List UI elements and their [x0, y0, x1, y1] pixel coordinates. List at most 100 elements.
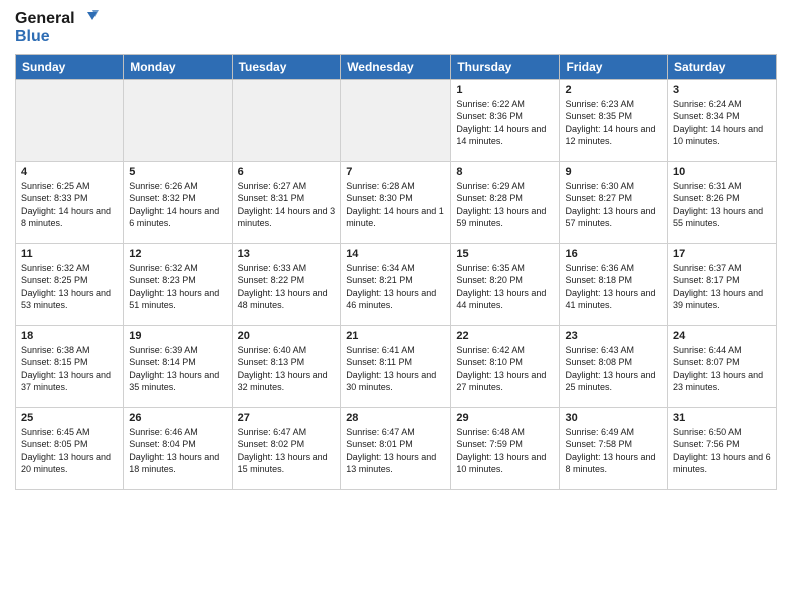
day-info: Sunrise: 6:27 AM Sunset: 8:31 PM Dayligh…: [238, 180, 336, 230]
calendar-header-row: SundayMondayTuesdayWednesdayThursdayFrid…: [16, 54, 777, 79]
day-number: 12: [129, 248, 226, 260]
day-number: 6: [238, 166, 336, 178]
logo-text: General Blue: [15, 10, 99, 46]
day-number: 20: [238, 330, 336, 342]
day-info: Sunrise: 6:30 AM Sunset: 8:27 PM Dayligh…: [565, 180, 662, 230]
day-info: Sunrise: 6:43 AM Sunset: 8:08 PM Dayligh…: [565, 344, 662, 394]
calendar-cell: 9 Sunrise: 6:30 AM Sunset: 8:27 PM Daylig…: [560, 161, 668, 243]
calendar-cell: 20 Sunrise: 6:40 AM Sunset: 8:13 PM Dayli…: [232, 325, 341, 407]
day-info: Sunrise: 6:24 AM Sunset: 8:34 PM Dayligh…: [673, 98, 771, 148]
calendar-cell: 8 Sunrise: 6:29 AM Sunset: 8:28 PM Daylig…: [451, 161, 560, 243]
calendar-cell: 30 Sunrise: 6:49 AM Sunset: 7:58 PM Dayli…: [560, 407, 668, 489]
day-info: Sunrise: 6:47 AM Sunset: 8:02 PM Dayligh…: [238, 426, 336, 476]
day-info: Sunrise: 6:36 AM Sunset: 8:18 PM Dayligh…: [565, 262, 662, 312]
day-info: Sunrise: 6:48 AM Sunset: 7:59 PM Dayligh…: [456, 426, 554, 476]
calendar-cell: 21 Sunrise: 6:41 AM Sunset: 8:11 PM Dayli…: [341, 325, 451, 407]
day-info: Sunrise: 6:35 AM Sunset: 8:20 PM Dayligh…: [456, 262, 554, 312]
calendar-week-2: 11 Sunrise: 6:32 AM Sunset: 8:25 PM Dayli…: [16, 243, 777, 325]
calendar-week-4: 25Sunrise: 6:45 AM Sunset: 8:05 PM Dayli…: [16, 407, 777, 489]
calendar-cell: 3Sunrise: 6:24 AM Sunset: 8:34 PM Daylig…: [668, 79, 777, 161]
calendar-cell: [232, 79, 341, 161]
logo: General Blue: [15, 10, 99, 46]
day-number: 18: [21, 330, 118, 342]
calendar-cell: 27 Sunrise: 6:47 AM Sunset: 8:02 PM Dayli…: [232, 407, 341, 489]
day-info: Sunrise: 6:29 AM Sunset: 8:28 PM Dayligh…: [456, 180, 554, 230]
day-number: 2: [565, 84, 662, 96]
col-header-wednesday: Wednesday: [341, 54, 451, 79]
day-info: Sunrise: 6:41 AM Sunset: 8:11 PM Dayligh…: [346, 344, 445, 394]
day-info: Sunrise: 6:49 AM Sunset: 7:58 PM Dayligh…: [565, 426, 662, 476]
day-number: 30: [565, 412, 662, 424]
day-info: Sunrise: 6:22 AM Sunset: 8:36 PM Dayligh…: [456, 98, 554, 148]
day-number: 27: [238, 412, 336, 424]
calendar-cell: [16, 79, 124, 161]
day-number: 4: [21, 166, 118, 178]
calendar-cell: 6 Sunrise: 6:27 AM Sunset: 8:31 PM Daylig…: [232, 161, 341, 243]
day-number: 14: [346, 248, 445, 260]
calendar-cell: 19 Sunrise: 6:39 AM Sunset: 8:14 PM Dayli…: [124, 325, 232, 407]
calendar-cell: 4 Sunrise: 6:25 AM Sunset: 8:33 PM Daylig…: [16, 161, 124, 243]
day-number: 23: [565, 330, 662, 342]
col-header-friday: Friday: [560, 54, 668, 79]
calendar-cell: 29Sunrise: 6:48 AM Sunset: 7:59 PM Dayli…: [451, 407, 560, 489]
calendar-cell: 7 Sunrise: 6:28 AM Sunset: 8:30 PM Daylig…: [341, 161, 451, 243]
calendar-cell: 18 Sunrise: 6:38 AM Sunset: 8:15 PM Dayli…: [16, 325, 124, 407]
col-header-thursday: Thursday: [451, 54, 560, 79]
calendar-cell: 22Sunrise: 6:42 AM Sunset: 8:10 PM Dayli…: [451, 325, 560, 407]
logo-line2: Blue: [15, 28, 99, 46]
calendar-cell: 12Sunrise: 6:32 AM Sunset: 8:23 PM Dayli…: [124, 243, 232, 325]
day-info: Sunrise: 6:23 AM Sunset: 8:35 PM Dayligh…: [565, 98, 662, 148]
calendar-cell: [124, 79, 232, 161]
col-header-monday: Monday: [124, 54, 232, 79]
day-number: 17: [673, 248, 771, 260]
day-number: 24: [673, 330, 771, 342]
calendar-table: SundayMondayTuesdayWednesdayThursdayFrid…: [15, 54, 777, 490]
day-number: 13: [238, 248, 336, 260]
calendar-cell: 26Sunrise: 6:46 AM Sunset: 8:04 PM Dayli…: [124, 407, 232, 489]
day-info: Sunrise: 6:44 AM Sunset: 8:07 PM Dayligh…: [673, 344, 771, 394]
calendar-cell: 23 Sunrise: 6:43 AM Sunset: 8:08 PM Dayli…: [560, 325, 668, 407]
day-number: 21: [346, 330, 445, 342]
calendar-cell: 16Sunrise: 6:36 AM Sunset: 8:18 PM Dayli…: [560, 243, 668, 325]
calendar-cell: 1 Sunrise: 6:22 AM Sunset: 8:36 PM Daylig…: [451, 79, 560, 161]
col-header-saturday: Saturday: [668, 54, 777, 79]
day-info: Sunrise: 6:34 AM Sunset: 8:21 PM Dayligh…: [346, 262, 445, 312]
calendar-cell: 31Sunrise: 6:50 AM Sunset: 7:56 PM Dayli…: [668, 407, 777, 489]
calendar-cell: 11 Sunrise: 6:32 AM Sunset: 8:25 PM Dayli…: [16, 243, 124, 325]
day-number: 11: [21, 248, 118, 260]
day-number: 5: [129, 166, 226, 178]
day-info: Sunrise: 6:28 AM Sunset: 8:30 PM Dayligh…: [346, 180, 445, 230]
day-number: 22: [456, 330, 554, 342]
day-info: Sunrise: 6:40 AM Sunset: 8:13 PM Dayligh…: [238, 344, 336, 394]
day-number: 15: [456, 248, 554, 260]
calendar-cell: 17 Sunrise: 6:37 AM Sunset: 8:17 PM Dayli…: [668, 243, 777, 325]
calendar-cell: 10 Sunrise: 6:31 AM Sunset: 8:26 PM Dayli…: [668, 161, 777, 243]
calendar-cell: [341, 79, 451, 161]
day-info: Sunrise: 6:45 AM Sunset: 8:05 PM Dayligh…: [21, 426, 118, 476]
day-number: 10: [673, 166, 771, 178]
logo-line1: General: [15, 10, 75, 28]
day-number: 19: [129, 330, 226, 342]
page-header: General Blue: [15, 10, 777, 46]
calendar-cell: 25Sunrise: 6:45 AM Sunset: 8:05 PM Dayli…: [16, 407, 124, 489]
day-number: 7: [346, 166, 445, 178]
calendar-cell: 2 Sunrise: 6:23 AM Sunset: 8:35 PM Daylig…: [560, 79, 668, 161]
day-number: 8: [456, 166, 554, 178]
logo-bird-icon: [77, 10, 99, 28]
calendar-week-1: 4 Sunrise: 6:25 AM Sunset: 8:33 PM Daylig…: [16, 161, 777, 243]
day-number: 1: [456, 84, 554, 96]
calendar-cell: 24 Sunrise: 6:44 AM Sunset: 8:07 PM Dayli…: [668, 325, 777, 407]
day-info: Sunrise: 6:47 AM Sunset: 8:01 PM Dayligh…: [346, 426, 445, 476]
col-header-tuesday: Tuesday: [232, 54, 341, 79]
day-info: Sunrise: 6:25 AM Sunset: 8:33 PM Dayligh…: [21, 180, 118, 230]
day-info: Sunrise: 6:50 AM Sunset: 7:56 PM Dayligh…: [673, 426, 771, 476]
day-info: Sunrise: 6:46 AM Sunset: 8:04 PM Dayligh…: [129, 426, 226, 476]
day-number: 9: [565, 166, 662, 178]
calendar-cell: 15 Sunrise: 6:35 AM Sunset: 8:20 PM Dayli…: [451, 243, 560, 325]
day-info: Sunrise: 6:38 AM Sunset: 8:15 PM Dayligh…: [21, 344, 118, 394]
day-info: Sunrise: 6:32 AM Sunset: 8:25 PM Dayligh…: [21, 262, 118, 312]
col-header-sunday: Sunday: [16, 54, 124, 79]
day-info: Sunrise: 6:39 AM Sunset: 8:14 PM Dayligh…: [129, 344, 226, 394]
day-info: Sunrise: 6:31 AM Sunset: 8:26 PM Dayligh…: [673, 180, 771, 230]
day-info: Sunrise: 6:37 AM Sunset: 8:17 PM Dayligh…: [673, 262, 771, 312]
